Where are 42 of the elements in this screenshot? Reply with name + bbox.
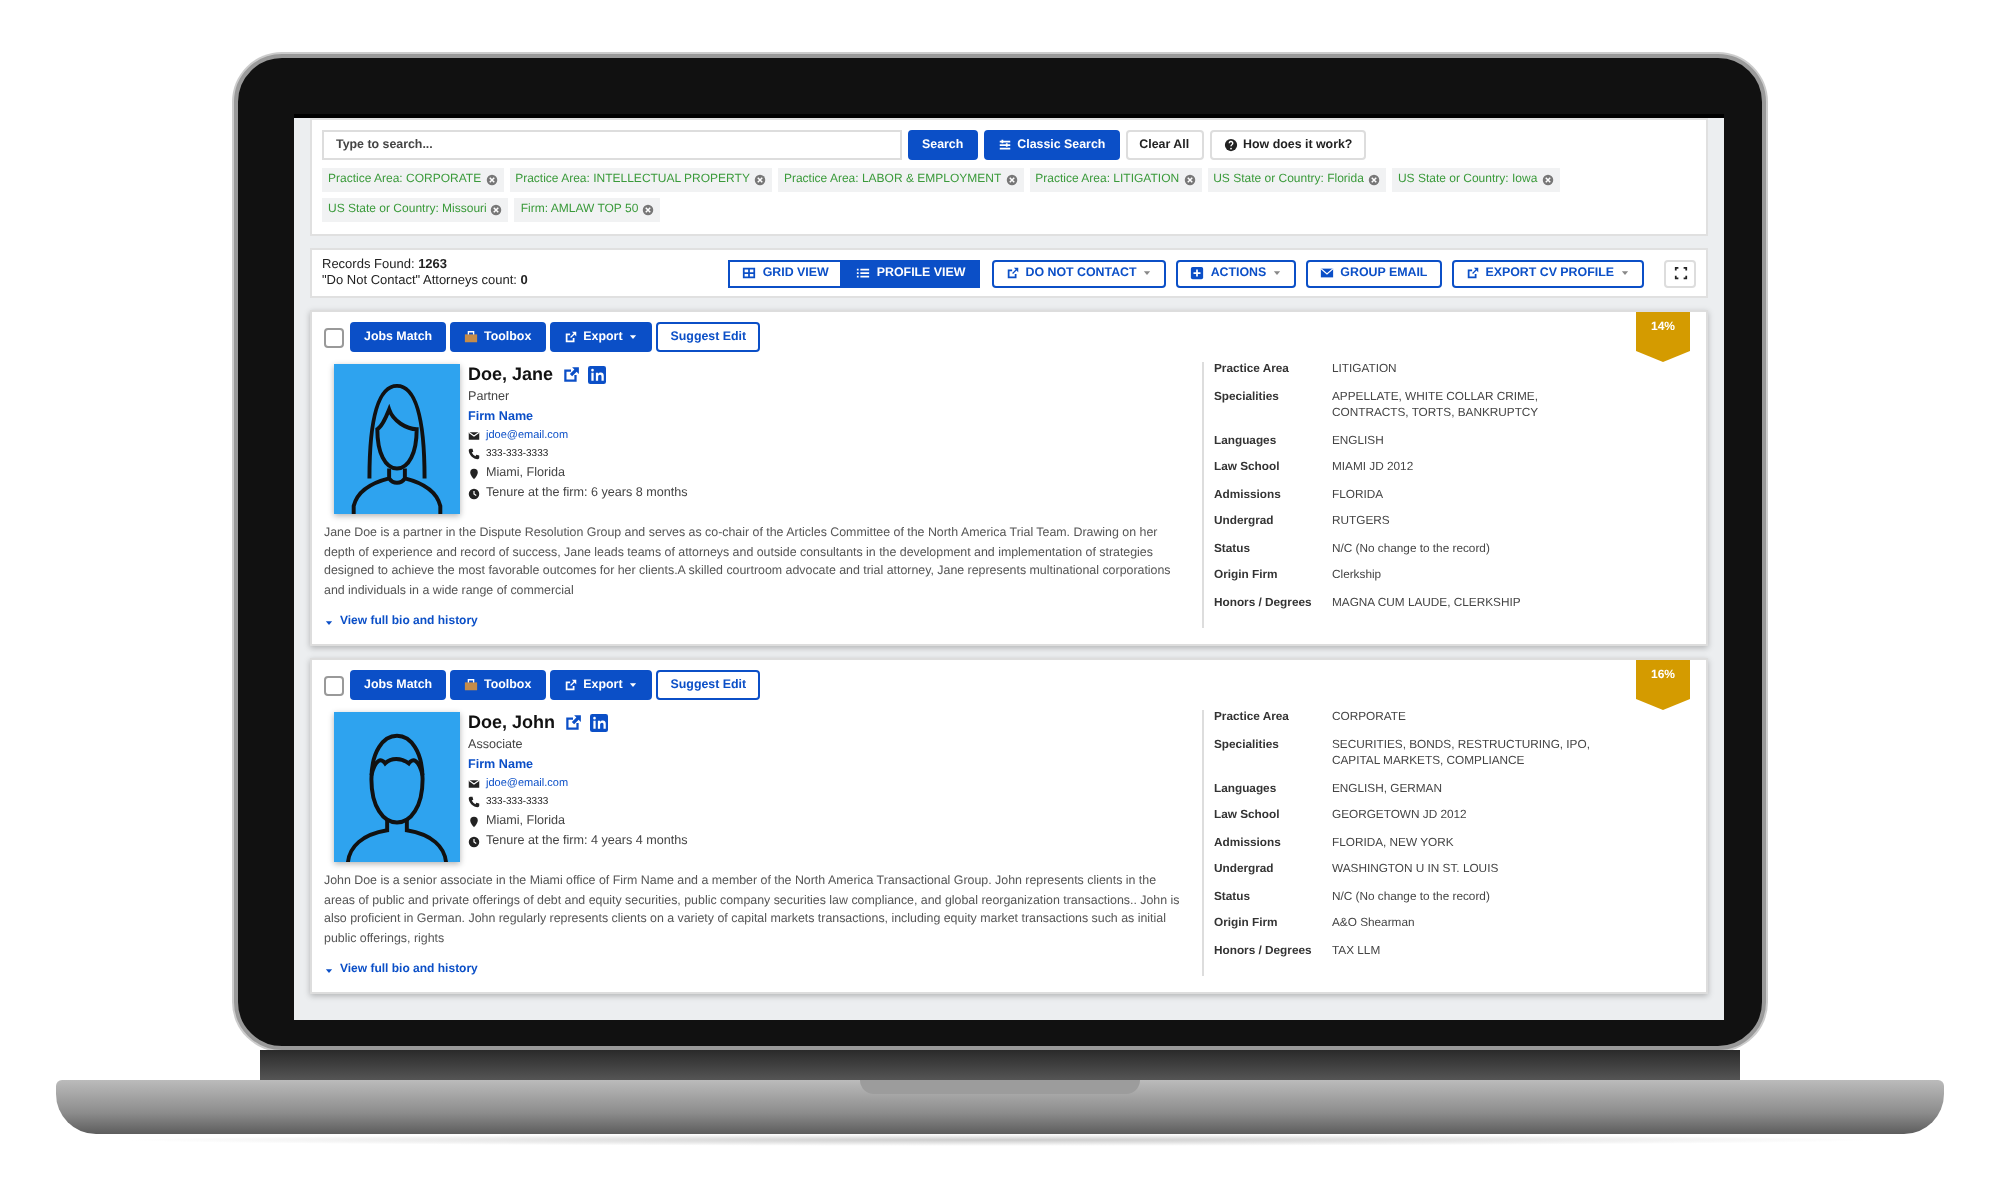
envelope-icon (1320, 266, 1335, 280)
export-icon (563, 678, 578, 692)
export-icon (563, 330, 578, 344)
close-icon[interactable] (1005, 174, 1018, 186)
caret-icon (628, 332, 639, 342)
attorney-name: Doe, Jane (468, 364, 554, 384)
close-icon[interactable] (1183, 174, 1196, 186)
expand-icon (1673, 266, 1687, 280)
envelope-icon (468, 430, 480, 442)
close-icon[interactable] (642, 204, 655, 216)
attorney-name: Doe, John (468, 712, 556, 732)
external-link-icon[interactable] (561, 365, 580, 383)
list-icon (856, 266, 871, 280)
phone-icon (468, 796, 480, 808)
select-checkbox[interactable] (324, 675, 344, 695)
caret-icon (324, 965, 334, 975)
close-icon[interactable] (490, 204, 503, 216)
envelope-icon (468, 778, 480, 790)
phone-icon (468, 448, 480, 460)
grid-icon (742, 266, 757, 280)
caret-icon (628, 680, 639, 690)
location-icon (468, 815, 480, 827)
caret-icon (324, 617, 334, 627)
close-icon[interactable] (1541, 174, 1554, 186)
close-icon[interactable] (1367, 174, 1380, 186)
fullscreen-button[interactable] (1664, 259, 1696, 287)
close-icon[interactable] (753, 174, 766, 186)
clock-icon (468, 835, 480, 847)
close-icon[interactable] (485, 174, 498, 186)
linkedin-icon[interactable] (587, 365, 606, 383)
briefcase-icon (464, 330, 479, 344)
export-icon (1465, 266, 1480, 280)
location-icon (468, 467, 480, 479)
help-icon (1223, 138, 1238, 152)
select-checkbox[interactable] (324, 327, 344, 347)
external-link-icon[interactable] (563, 713, 582, 731)
linkedin-icon[interactable] (589, 713, 608, 731)
export-icon (1005, 266, 1020, 280)
sliders-icon (997, 138, 1012, 152)
clock-icon (468, 487, 480, 499)
plus-icon (1190, 266, 1205, 280)
briefcase-icon (464, 678, 479, 692)
